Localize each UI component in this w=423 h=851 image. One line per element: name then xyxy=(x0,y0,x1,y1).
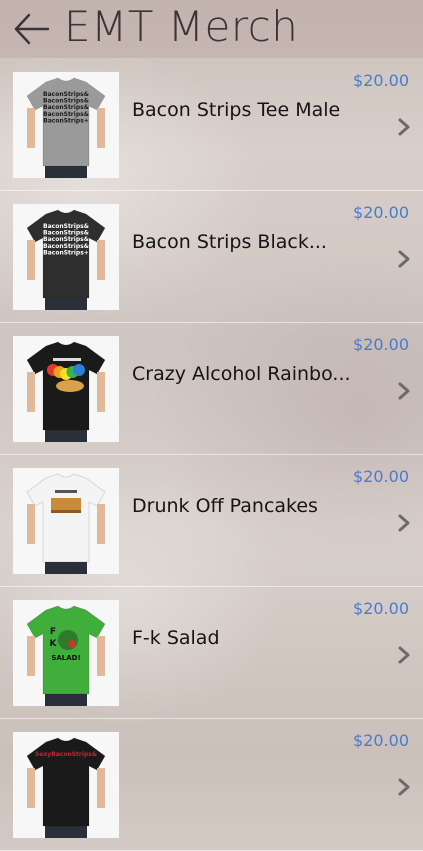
product-thumbnail: SexyBaconStrips& xyxy=(13,732,119,838)
shirt-print-line: BaconStrips+ xyxy=(43,117,89,124)
tshirt-image: BaconStrips&BaconStrips&BaconStrips&Baco… xyxy=(13,72,119,178)
chevron-right-icon xyxy=(398,382,410,400)
product-name: Crazy Alcohol Rainbo... xyxy=(132,363,351,385)
shirt-print-line: SALAD! xyxy=(51,654,80,662)
shirt-print-line: K xyxy=(50,639,58,649)
product-price: $20.00 xyxy=(353,599,409,618)
product-name: Bacon Strips Tee Male xyxy=(132,99,341,121)
product-thumbnail xyxy=(13,468,119,574)
product-row[interactable]: BaconStrips& BaconStrips& BaconStrips& Baco… xyxy=(0,191,423,323)
product-thumbnail xyxy=(13,336,119,442)
product-price: $20.00 xyxy=(353,467,409,486)
product-row[interactable]: F K SALAD! F-k Salad $20.00 xyxy=(0,587,423,719)
product-row[interactable]: SexyBaconStrips& $20.00 xyxy=(0,719,423,851)
tshirt-image: BaconStrips&BaconStrips&BaconStrips&Baco… xyxy=(13,204,119,310)
back-arrow-icon xyxy=(14,13,50,45)
product-price: $20.00 xyxy=(353,203,409,222)
product-thumbnail: BaconStrips& BaconStrips& BaconStrips& Baco… xyxy=(13,72,119,178)
product-name: F-k Salad xyxy=(132,627,220,649)
page-title: EMT Merch xyxy=(64,2,299,51)
chevron-right-icon xyxy=(398,514,410,532)
product-thumbnail: BaconStrips& BaconStrips& BaconStrips& Baco… xyxy=(13,204,119,310)
product-row[interactable]: BaconStrips& BaconStrips& BaconStrips& Baco… xyxy=(0,59,423,191)
product-row[interactable]: Crazy Alcohol Rainbo... $20.00 xyxy=(0,323,423,455)
chevron-right-icon xyxy=(398,778,410,796)
chevron-right-icon xyxy=(398,646,410,664)
product-name: Bacon Strips Black... xyxy=(132,231,327,253)
product-name: Drunk Off Pancakes xyxy=(132,495,318,517)
chevron-right-icon xyxy=(398,118,410,136)
tshirt-image xyxy=(13,468,119,574)
product-price: $20.00 xyxy=(353,71,409,90)
tshirt-image: SexyBaconStrips& xyxy=(13,732,119,838)
nav-bar: EMT Merch xyxy=(0,0,423,59)
product-list: BaconStrips& BaconStrips& BaconStrips& Baco… xyxy=(0,59,423,851)
product-price: $20.00 xyxy=(353,731,409,750)
shirt-print-line: F xyxy=(50,627,56,637)
product-row[interactable]: Drunk Off Pancakes $20.00 xyxy=(0,455,423,587)
back-button[interactable] xyxy=(12,10,52,48)
shirt-print-line: BaconStrips+ xyxy=(43,249,89,256)
product-thumbnail: F K SALAD! xyxy=(13,600,119,706)
tshirt-image: FK SALAD! xyxy=(13,600,119,706)
shirt-print-line: SexyBaconStrips& xyxy=(35,751,97,758)
chevron-right-icon xyxy=(398,250,410,268)
product-price: $20.00 xyxy=(353,335,409,354)
tshirt-image xyxy=(13,336,119,442)
